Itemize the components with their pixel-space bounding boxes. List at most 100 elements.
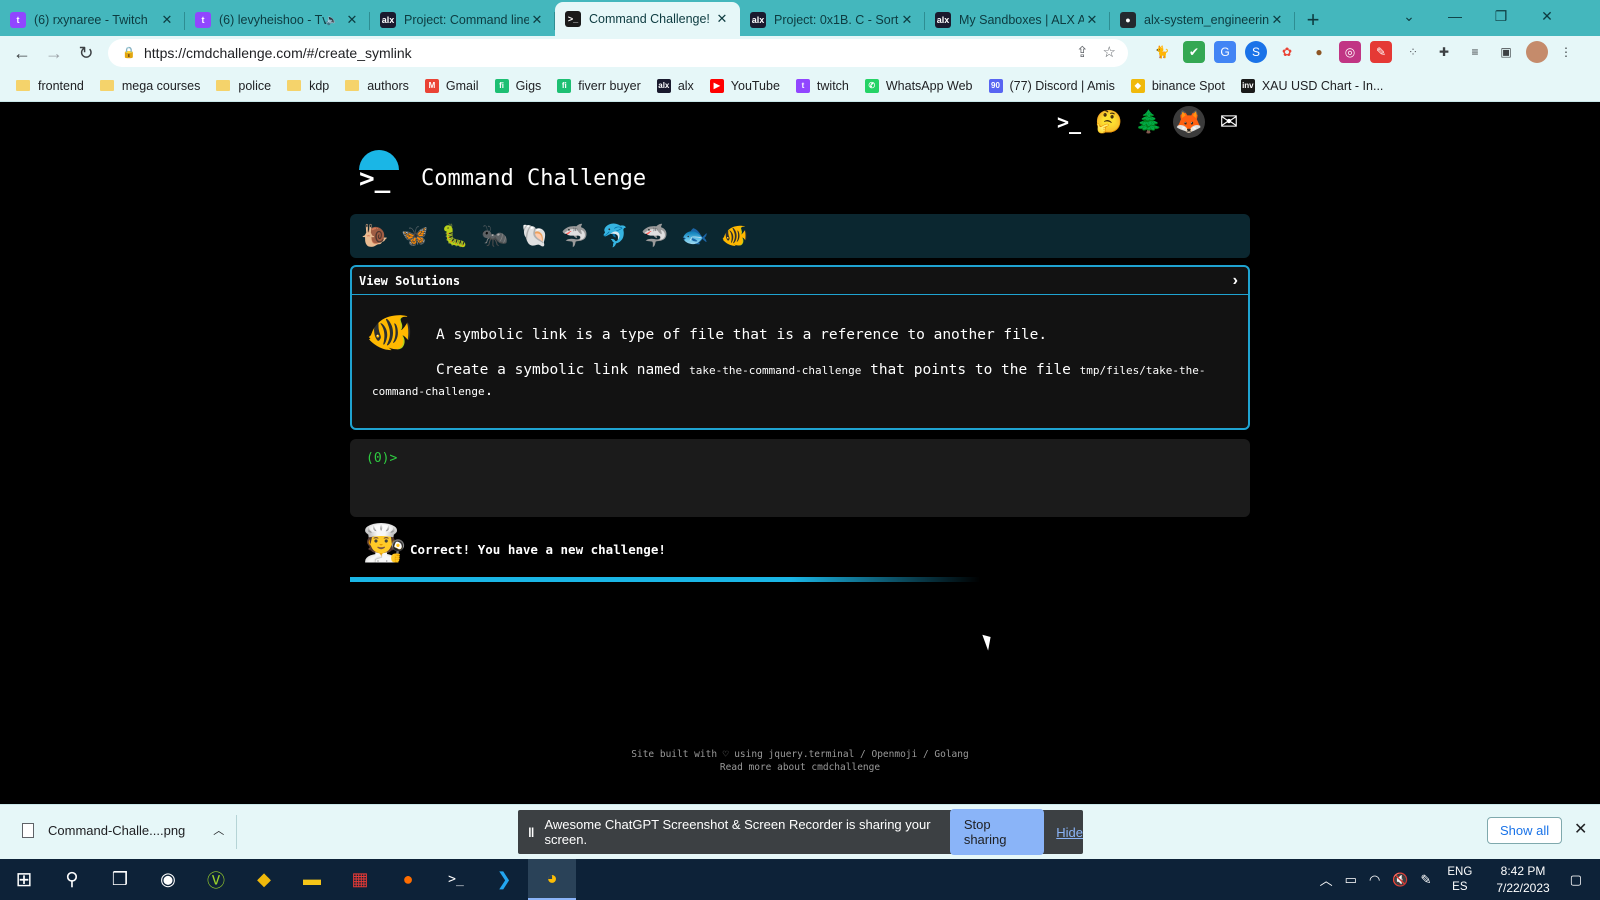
- browser-menu-icon[interactable]: ⋮: [1555, 41, 1577, 63]
- close-icon[interactable]: ✕: [1574, 819, 1587, 839]
- gitlab-icon[interactable]: 🦊: [1173, 106, 1205, 138]
- chevron-right-icon[interactable]: ›: [1233, 272, 1238, 290]
- download-item[interactable]: Command-Challe....png ︿: [22, 822, 224, 838]
- notifications-icon[interactable]: ▢: [1570, 872, 1582, 888]
- app-diamond-icon[interactable]: ◆: [240, 859, 288, 900]
- snail-icon[interactable]: 🐌: [358, 219, 392, 253]
- battery-icon[interactable]: ▭: [1345, 872, 1357, 888]
- extension-circle-icon[interactable]: S: [1245, 41, 1267, 63]
- tree-icon[interactable]: 🌲: [1133, 106, 1165, 138]
- reload-icon[interactable]: ↻: [70, 37, 102, 69]
- mail-icon[interactable]: ✉: [1213, 106, 1245, 138]
- browser-tab[interactable]: alx My Sandboxes | ALX Af ✕: [925, 4, 1110, 36]
- close-tab-icon[interactable]: ✕: [1084, 12, 1100, 28]
- ant-icon[interactable]: 🐜: [478, 219, 512, 253]
- bookmark-link[interactable]: M Gmail: [424, 78, 479, 93]
- bookmark-link[interactable]: t twitch: [795, 78, 849, 93]
- extension-translate-icon[interactable]: G: [1214, 41, 1236, 63]
- tab-search-icon[interactable]: ⌄: [1386, 0, 1432, 32]
- bookmark-link[interactable]: fi Gigs: [494, 78, 541, 93]
- forward-icon[interactable]: →: [38, 37, 70, 69]
- obs-icon[interactable]: ◉: [144, 859, 192, 900]
- vivaldi-icon[interactable]: Ⓥ: [192, 859, 240, 900]
- browser-tab[interactable]: ● alx-system_engineering ✕: [1110, 4, 1295, 36]
- footer-credits[interactable]: Site built with ♡ using jquery.terminal …: [0, 748, 1600, 761]
- chevron-up-icon[interactable]: ︿: [213, 822, 224, 838]
- terminal-input[interactable]: (0)>: [350, 439, 1250, 517]
- chevron-up-icon[interactable]: ︿: [1320, 870, 1333, 889]
- new-tab-button[interactable]: +: [1295, 4, 1331, 36]
- search-icon[interactable]: ⚲: [48, 859, 96, 900]
- volume-muted-icon[interactable]: 🔇: [1392, 872, 1408, 888]
- browser-tab[interactable]: >_ Command Challenge! ✕: [555, 2, 740, 36]
- close-tab-icon[interactable]: ✕: [159, 12, 175, 28]
- language-indicator[interactable]: ENG ES: [1447, 865, 1472, 895]
- browser-tab[interactable]: alx Project: 0x1B. C - Sortin ✕: [740, 4, 925, 36]
- extension-cookie-icon[interactable]: ●: [1308, 41, 1330, 63]
- task-view-icon[interactable]: ❒: [96, 859, 144, 900]
- close-tab-icon[interactable]: ✕: [344, 12, 360, 28]
- tropical-fish-icon[interactable]: 🐠: [718, 219, 752, 253]
- bookmark-link[interactable]: alx alx: [656, 78, 694, 93]
- bookmark-link[interactable]: 90 (77) Discord | Amis: [988, 78, 1115, 93]
- side-panel-icon[interactable]: ▣: [1495, 41, 1517, 63]
- butterfly-icon[interactable]: 🦋: [398, 219, 432, 253]
- close-window-button[interactable]: ✕: [1524, 0, 1570, 32]
- store-icon[interactable]: ▦: [336, 859, 384, 900]
- close-tab-icon[interactable]: ✕: [1269, 12, 1285, 28]
- extensions-puzzle-icon[interactable]: ✚: [1433, 41, 1455, 63]
- extension-instagram-icon[interactable]: ◎: [1339, 41, 1361, 63]
- dolphin-icon[interactable]: 🐬: [598, 219, 632, 253]
- bookmark-folder[interactable]: kdp: [287, 79, 329, 93]
- minimize-button[interactable]: —: [1432, 0, 1478, 32]
- bookmark-link[interactable]: fi fiverr buyer: [557, 78, 641, 93]
- bookmark-folder[interactable]: authors: [345, 79, 409, 93]
- terminal-logo-icon[interactable]: >_: [1053, 106, 1085, 138]
- extension-cat-icon[interactable]: 🐈: [1151, 41, 1173, 63]
- pen-icon[interactable]: ✎: [1420, 872, 1431, 888]
- download-file-name[interactable]: Command-Challe....png: [48, 823, 185, 838]
- reading-list-icon[interactable]: ≡: [1464, 41, 1486, 63]
- shell-icon[interactable]: 🐚: [518, 219, 552, 253]
- view-solutions-label[interactable]: View Solutions: [359, 274, 460, 288]
- thinking-face-icon[interactable]: 🤔: [1093, 106, 1125, 138]
- shark-icon[interactable]: 🦈: [638, 219, 672, 253]
- caterpillar-icon[interactable]: 🐛: [438, 219, 472, 253]
- fish-icon[interactable]: 🐟: [678, 219, 712, 253]
- close-tab-icon[interactable]: ✕: [899, 12, 915, 28]
- bookmark-folder[interactable]: police: [216, 79, 271, 93]
- sublime-icon[interactable]: ●: [384, 859, 432, 900]
- bookmark-link[interactable]: ◆ binance Spot: [1130, 78, 1225, 93]
- bookmark-folder[interactable]: frontend: [16, 79, 84, 93]
- extension-pdf-icon[interactable]: ✎: [1370, 41, 1392, 63]
- shark-icon[interactable]: 🦈: [558, 219, 592, 253]
- extension-shield-icon[interactable]: ✔: [1183, 41, 1205, 63]
- stop-sharing-button[interactable]: Stop sharing: [949, 809, 1045, 855]
- windows-start-icon[interactable]: ⊞: [0, 859, 48, 900]
- clock[interactable]: 8:42 PM 7/22/2023: [1496, 863, 1549, 897]
- url-text[interactable]: https://cmdchallenge.com/#/create_symlin…: [144, 45, 412, 61]
- restore-button[interactable]: ❐: [1478, 0, 1524, 32]
- close-tab-icon[interactable]: ✕: [529, 12, 545, 28]
- terminal-icon[interactable]: >_: [432, 859, 480, 900]
- view-solutions-toggle[interactable]: View Solutions ›: [352, 267, 1248, 295]
- vscode-icon[interactable]: ❯: [480, 859, 528, 900]
- share-icon[interactable]: ⇪: [1076, 43, 1089, 61]
- profile-avatar[interactable]: [1526, 41, 1548, 63]
- bookmark-link[interactable]: inv XAU USD Chart - In...: [1240, 78, 1383, 93]
- chrome-icon[interactable]: ◕: [528, 859, 576, 900]
- hide-button[interactable]: Hide: [1056, 825, 1083, 840]
- speaker-icon[interactable]: 🔈: [326, 15, 338, 26]
- footer-about-link[interactable]: Read more about cmdchallenge: [0, 761, 1600, 774]
- file-explorer-icon[interactable]: ▬: [288, 859, 336, 900]
- bookmark-star-icon[interactable]: ☆: [1103, 43, 1116, 61]
- wifi-icon[interactable]: ◠: [1369, 872, 1380, 888]
- extension-dots-icon[interactable]: ⁘: [1402, 41, 1424, 63]
- bookmark-link[interactable]: ✆ WhatsApp Web: [864, 78, 973, 93]
- show-all-button[interactable]: Show all: [1487, 817, 1563, 844]
- close-tab-icon[interactable]: ✕: [714, 11, 730, 27]
- browser-tab[interactable]: t (6) levyheishoo - Tv 🔈 ✕: [185, 4, 370, 36]
- browser-tab[interactable]: alx Project: Command line ✕: [370, 4, 555, 36]
- browser-tab[interactable]: t (6) rxynaree - Twitch ✕: [0, 4, 185, 36]
- bookmark-folder[interactable]: mega courses: [99, 79, 200, 93]
